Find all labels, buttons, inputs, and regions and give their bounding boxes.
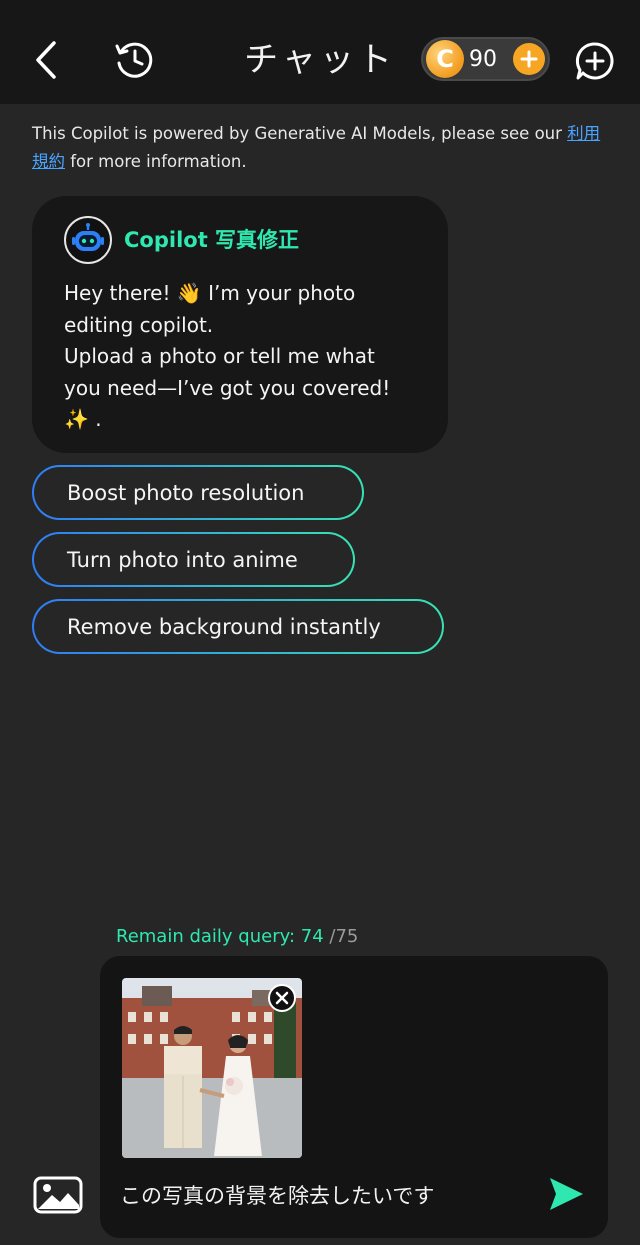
close-icon <box>275 991 289 1005</box>
suggestion-label: Turn photo into anime <box>34 534 353 585</box>
back-arrow-icon <box>36 41 56 79</box>
send-button[interactable] <box>546 1174 586 1214</box>
notice-text: This Copilot is powered by Generative AI… <box>32 124 568 143</box>
bot-name: Copilot 写真修正 <box>124 228 300 252</box>
daily-quota: Remain daily query: 74 /75 <box>116 924 358 950</box>
remove-attachment-button[interactable] <box>268 984 296 1012</box>
credits-count: 90 <box>469 46 497 72</box>
back-button[interactable] <box>24 36 68 84</box>
suggestion-label: Boost photo resolution <box>34 467 362 518</box>
history-button[interactable] <box>110 36 158 84</box>
new-chat-icon <box>575 42 614 80</box>
top-bar: チャット C 90 <box>0 0 640 104</box>
credits-badge[interactable]: C 90 <box>421 37 550 81</box>
avatar <box>64 216 112 264</box>
bot-message-bubble: Copilot 写真修正 Hey there! 👋 I’m your photo… <box>32 196 448 453</box>
robot-icon <box>72 223 104 251</box>
bot-message-text: Hey there! 👋 I’m your photo editing copi… <box>64 281 391 431</box>
suggestion-label: Remove background instantly <box>34 601 442 652</box>
notice-text-after: for more information. <box>65 152 247 171</box>
quota-remaining: 74 <box>300 926 324 947</box>
history-icon <box>115 42 153 78</box>
gallery-button[interactable] <box>32 1173 84 1217</box>
page-title: チャット <box>244 40 396 80</box>
message-input[interactable]: この写真の背景を除去したいです <box>120 1178 540 1214</box>
suggestion-chip[interactable]: Turn photo into anime <box>32 532 355 587</box>
ai-notice: This Copilot is powered by Generative AI… <box>32 120 612 176</box>
suggestion-chip[interactable]: Boost photo resolution <box>32 465 364 520</box>
image-icon <box>33 1176 83 1214</box>
message-composer: この写真の背景を除去したいです <box>100 956 608 1238</box>
coin-icon: C <box>426 40 464 78</box>
quota-total: /75 <box>323 926 359 947</box>
add-credits-button[interactable] <box>513 43 545 75</box>
suggestion-chip[interactable]: Remove background instantly <box>32 599 444 654</box>
plus-icon <box>520 50 538 68</box>
quota-label: Remain daily query: <box>116 926 301 947</box>
send-icon <box>550 1178 583 1210</box>
new-chat-button[interactable] <box>572 38 618 84</box>
